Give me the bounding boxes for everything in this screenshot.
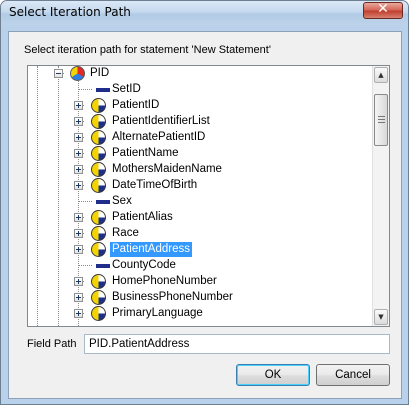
tree-item-label[interactable]: PatientAddress (110, 242, 192, 257)
tree-item-label[interactable]: PatientID (110, 98, 161, 113)
expand-toggle[interactable] (74, 277, 83, 286)
tree-item-label[interactable]: HomePhoneNumber (110, 274, 219, 289)
tree-item-label[interactable]: MothersMaidenName (110, 162, 224, 177)
tree-guide-branch (78, 201, 92, 202)
expand-toggle[interactable] (74, 101, 83, 110)
expand-toggle[interactable] (74, 245, 83, 254)
composite-pie-icon (91, 290, 106, 305)
tree-item-label[interactable]: Sex (110, 194, 134, 209)
close-button[interactable]: ✕ (363, 1, 403, 19)
tree-item[interactable]: Race (28, 226, 368, 242)
composite-pie-icon (91, 130, 106, 145)
scroll-down-icon: ▼ (378, 313, 384, 321)
expand-toggle[interactable] (74, 229, 83, 238)
segment-root-icon (70, 66, 85, 81)
field-dash-icon (96, 88, 110, 92)
scroll-up-button[interactable]: ▲ (374, 67, 388, 83)
tree-item[interactable]: DateTimeOfBirth (28, 178, 368, 194)
close-icon: ✕ (377, 1, 389, 17)
window-title: Select Iteration Path (9, 5, 131, 19)
tree-item-label[interactable]: DateTimeOfBirth (110, 178, 199, 193)
tree-item[interactable]: SetID (28, 82, 368, 98)
tree-item[interactable]: PatientName (28, 146, 368, 162)
tree-item[interactable]: PatientIdentifierList (28, 114, 368, 130)
cancel-button[interactable]: Cancel (316, 364, 390, 386)
scroll-down-button[interactable]: ▼ (374, 309, 388, 325)
scroll-up-icon: ▲ (378, 71, 384, 79)
tree-item-label[interactable]: SetID (110, 82, 143, 97)
tree-item-label[interactable]: AlternatePatientID (110, 130, 207, 145)
composite-pie-icon (91, 178, 106, 193)
tree-guide-branch (78, 265, 92, 266)
composite-pie-icon (91, 162, 106, 177)
iteration-tree[interactable]: PID SetID PatientID PatientIdentifierList A… (27, 65, 390, 327)
instruction-text: Select iteration path for statement 'New… (24, 44, 271, 56)
tree-item[interactable]: BusinessPhoneNumber (28, 290, 368, 306)
tree-item[interactable]: PatientID (28, 98, 368, 114)
composite-pie-icon (91, 98, 106, 113)
tree-item[interactable]: PatientAddress (28, 242, 368, 258)
expand-toggle[interactable] (74, 165, 83, 174)
composite-pie-icon (91, 146, 106, 161)
dialog-window: Select Iteration Path ✕ Select iteration… (0, 0, 409, 405)
scroll-thumb[interactable] (374, 94, 388, 146)
composite-pie-icon (91, 274, 106, 289)
tree-item[interactable]: MothersMaidenName (28, 162, 368, 178)
title-bar[interactable]: Select Iteration Path ✕ (1, 1, 408, 25)
expand-toggle[interactable] (74, 133, 83, 142)
tree-item[interactable]: AlternatePatientID (28, 130, 368, 146)
tree-guide-branch (78, 89, 92, 90)
expand-toggle[interactable] (74, 309, 83, 318)
cancel-button-label: Cancel (335, 369, 371, 381)
field-dash-icon (96, 200, 110, 204)
grip-line-1 (378, 116, 385, 117)
tree-item-label[interactable]: PatientIdentifierList (110, 114, 212, 129)
ok-button-label: OK (264, 369, 282, 381)
composite-pie-icon (91, 226, 106, 241)
composite-pie-icon (91, 306, 106, 321)
grip-line-2 (378, 119, 385, 120)
expand-toggle[interactable] (74, 181, 83, 190)
expand-toggle[interactable] (74, 213, 83, 222)
composite-pie-icon (91, 242, 106, 257)
tree-item[interactable]: HomePhoneNumber (28, 274, 368, 290)
composite-pie-icon (91, 210, 106, 225)
root-collapse-toggle[interactable] (54, 69, 63, 78)
field-path-value: PID.PatientAddress (89, 338, 190, 350)
tree-item-label[interactable]: BusinessPhoneNumber (110, 290, 235, 305)
field-dash-icon (96, 264, 110, 268)
tree-item[interactable]: Sex (28, 194, 368, 210)
tree-item[interactable]: PatientAlias (28, 210, 368, 226)
expand-toggle[interactable] (74, 293, 83, 302)
dialog-body: Select iteration path for statement 'New… (8, 31, 402, 399)
tree-item-label[interactable]: PrimaryLanguage (110, 306, 205, 321)
tree-item[interactable]: PrimaryLanguage (28, 306, 368, 322)
ok-button[interactable]: OK (236, 364, 310, 386)
tree-item-label[interactable]: CountyCode (110, 258, 178, 273)
expand-toggle[interactable] (74, 149, 83, 158)
tree-item-label[interactable]: PatientAlias (110, 210, 175, 225)
tree-item-label[interactable]: Race (110, 226, 141, 241)
grip-line-3 (378, 122, 385, 123)
tree-root-label[interactable]: PID (88, 66, 111, 81)
expand-toggle[interactable] (74, 117, 83, 126)
tree-item[interactable]: CountyCode (28, 258, 368, 274)
field-path-label: Field Path (27, 338, 77, 350)
field-path-input[interactable]: PID.PatientAddress (84, 334, 390, 354)
composite-pie-icon (91, 114, 106, 129)
tree-item-label[interactable]: PatientName (110, 146, 180, 161)
tree-vertical-scrollbar[interactable]: ▲ ▼ (372, 66, 389, 326)
